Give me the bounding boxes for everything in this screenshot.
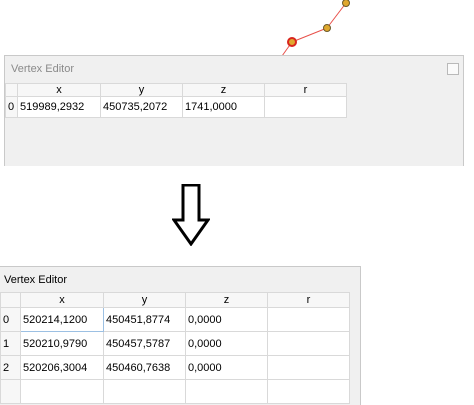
cell-y[interactable]: 450460,7638 (103, 355, 186, 380)
cell-z[interactable]: 0,0000 (185, 331, 268, 356)
corner-header (5, 83, 18, 97)
cell-y[interactable]: 450451,8774 (103, 307, 186, 332)
column-header-x[interactable]: x (17, 83, 101, 97)
vertex-table: x y z r 0 520214,1200 450451,8774 0,0000… (0, 292, 350, 404)
selected-vertex[interactable] (287, 37, 297, 47)
column-header-y[interactable]: y (103, 292, 186, 308)
cell-x[interactable]: 520206,3004 (20, 355, 104, 380)
table-row: 0 520214,1200 450451,8774 0,0000 (0, 307, 350, 332)
vertex-table: x y z r 0 519989,2932 450735,2072 1741,0… (5, 83, 347, 118)
table-row: 2 520206,3004 450460,7638 0,0000 (0, 355, 350, 380)
cell-x (20, 379, 104, 404)
column-header-r[interactable]: r (264, 83, 347, 97)
column-header-r[interactable]: r (267, 292, 350, 308)
vertex-editor-panel: Vertex Editor x y z r 0 520214,1200 4504… (0, 266, 361, 405)
column-header-y[interactable]: y (100, 83, 183, 97)
vertex[interactable] (342, 0, 350, 7)
cell-z[interactable]: 1741,0000 (182, 96, 265, 118)
cell-y[interactable]: 450457,5787 (103, 331, 186, 356)
row-header[interactable]: 2 (0, 355, 21, 380)
row-header[interactable]: 0 (5, 96, 18, 118)
row-header (0, 379, 21, 404)
vertex-editor-title: Vertex Editor (5, 56, 463, 82)
vertex-editor-panel: Vertex Editor x y z r 0 519989,2932 4507… (4, 55, 464, 166)
column-header-x[interactable]: x (20, 292, 104, 308)
row-header[interactable]: 0 (0, 307, 21, 332)
cell-x[interactable]: 520210,9790 (20, 331, 104, 356)
cell-r[interactable] (267, 355, 350, 380)
feature-edge (326, 2, 347, 29)
column-header-z[interactable]: z (185, 292, 268, 308)
table-row: 1 520210,9790 450457,5787 0,0000 (0, 331, 350, 356)
down-arrow-icon (172, 184, 210, 246)
corner-header (0, 292, 21, 308)
cell-y (103, 379, 186, 404)
cell-r[interactable] (267, 331, 350, 356)
cell-r[interactable] (267, 307, 350, 332)
vertex-editor-title: Vertex Editor (0, 267, 360, 292)
column-header-z[interactable]: z (182, 83, 265, 97)
vertex[interactable] (323, 24, 331, 32)
row-header[interactable]: 1 (0, 331, 21, 356)
cell-r[interactable] (264, 96, 347, 118)
map-canvas[interactable] (0, 0, 474, 60)
table-row: 0 519989,2932 450735,2072 1741,0000 (5, 96, 347, 118)
table-row (0, 379, 350, 404)
cell-y[interactable]: 450735,2072 (100, 96, 183, 118)
cell-z (185, 379, 268, 404)
cell-x[interactable]: 519989,2932 (17, 96, 101, 118)
cell-z[interactable]: 0,0000 (185, 355, 268, 380)
feature-edge (291, 27, 328, 43)
cell-z[interactable]: 0,0000 (185, 307, 268, 332)
cell-x[interactable]: 520214,1200 (20, 307, 104, 332)
close-icon[interactable] (447, 63, 459, 75)
cell-r (267, 379, 350, 404)
table-empty-area (5, 121, 463, 166)
